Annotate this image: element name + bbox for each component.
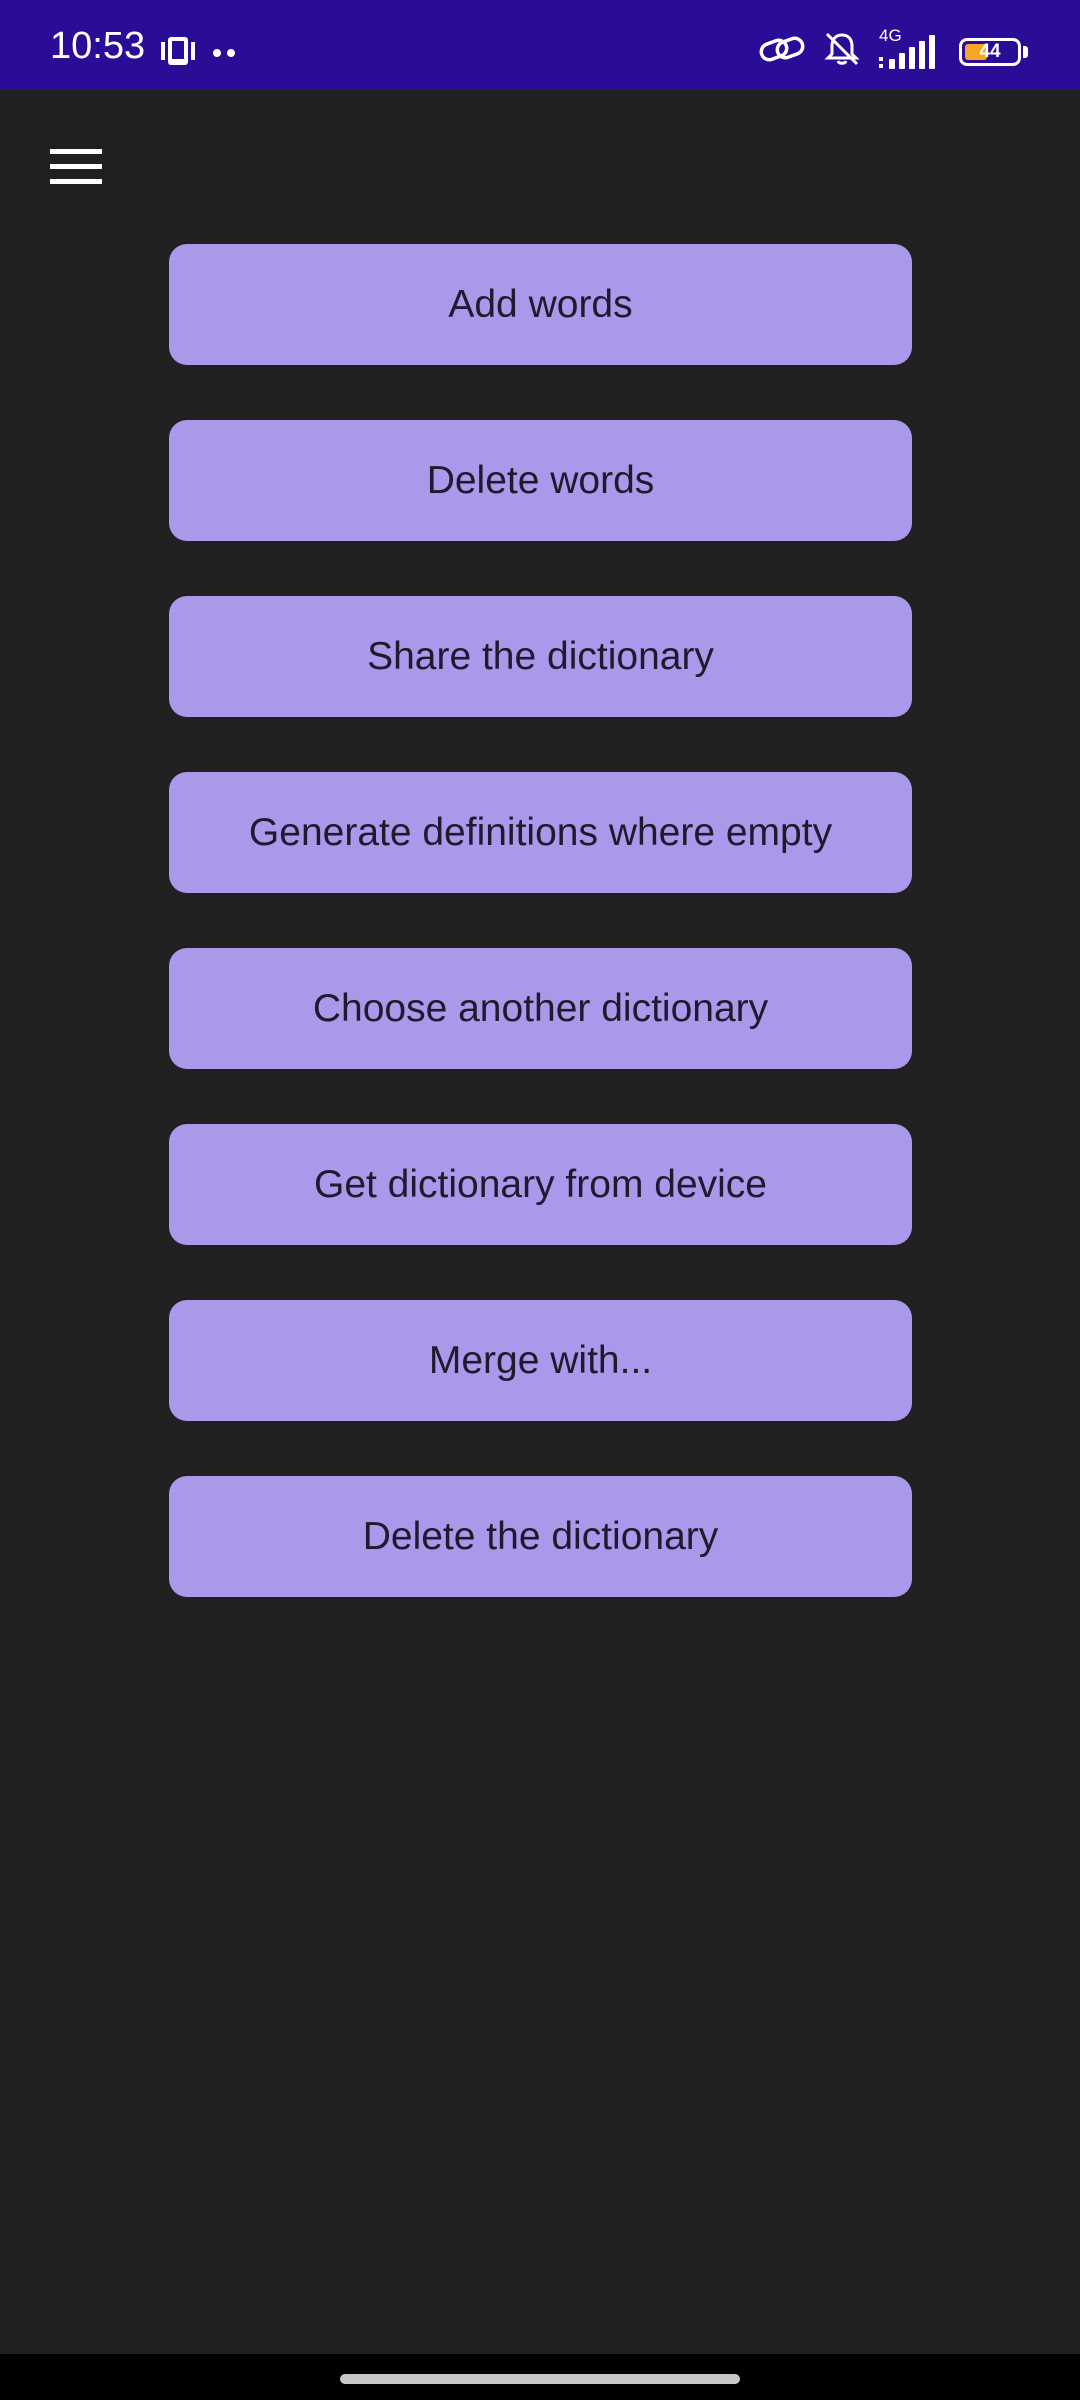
phone-vibrate-icon: [160, 34, 196, 73]
delete-dictionary-button[interactable]: Delete the dictionary: [169, 1476, 912, 1597]
signal-icon: 4G: [879, 26, 941, 71]
merge-with-button[interactable]: Merge with...: [169, 1300, 912, 1421]
link-icon: [759, 32, 805, 71]
status-bar: 10:53 4G 44: [0, 0, 1080, 90]
get-dictionary-from-device-button[interactable]: Get dictionary from device: [169, 1124, 912, 1245]
bell-off-icon: [823, 30, 861, 73]
dots-icon: [212, 45, 236, 63]
delete-words-button[interactable]: Delete words: [169, 420, 912, 541]
action-button-list: Add words Delete words Share the diction…: [169, 244, 912, 1652]
status-left-icons: [160, 34, 236, 73]
generate-definitions-button[interactable]: Generate definitions where empty: [169, 772, 912, 893]
battery-level: 44: [979, 40, 1001, 62]
share-dictionary-button[interactable]: Share the dictionary: [169, 596, 912, 717]
hamburger-menu-icon[interactable]: [44, 138, 108, 194]
choose-another-dictionary-button[interactable]: Choose another dictionary: [169, 948, 912, 1069]
status-time: 10:53: [50, 25, 146, 67]
add-words-button[interactable]: Add words: [169, 244, 912, 365]
status-right-icons: 4G 44: [759, 26, 1028, 73]
home-indicator[interactable]: [340, 2374, 740, 2384]
battery-tip: [1023, 45, 1028, 58]
battery-icon: 44: [959, 37, 1021, 66]
